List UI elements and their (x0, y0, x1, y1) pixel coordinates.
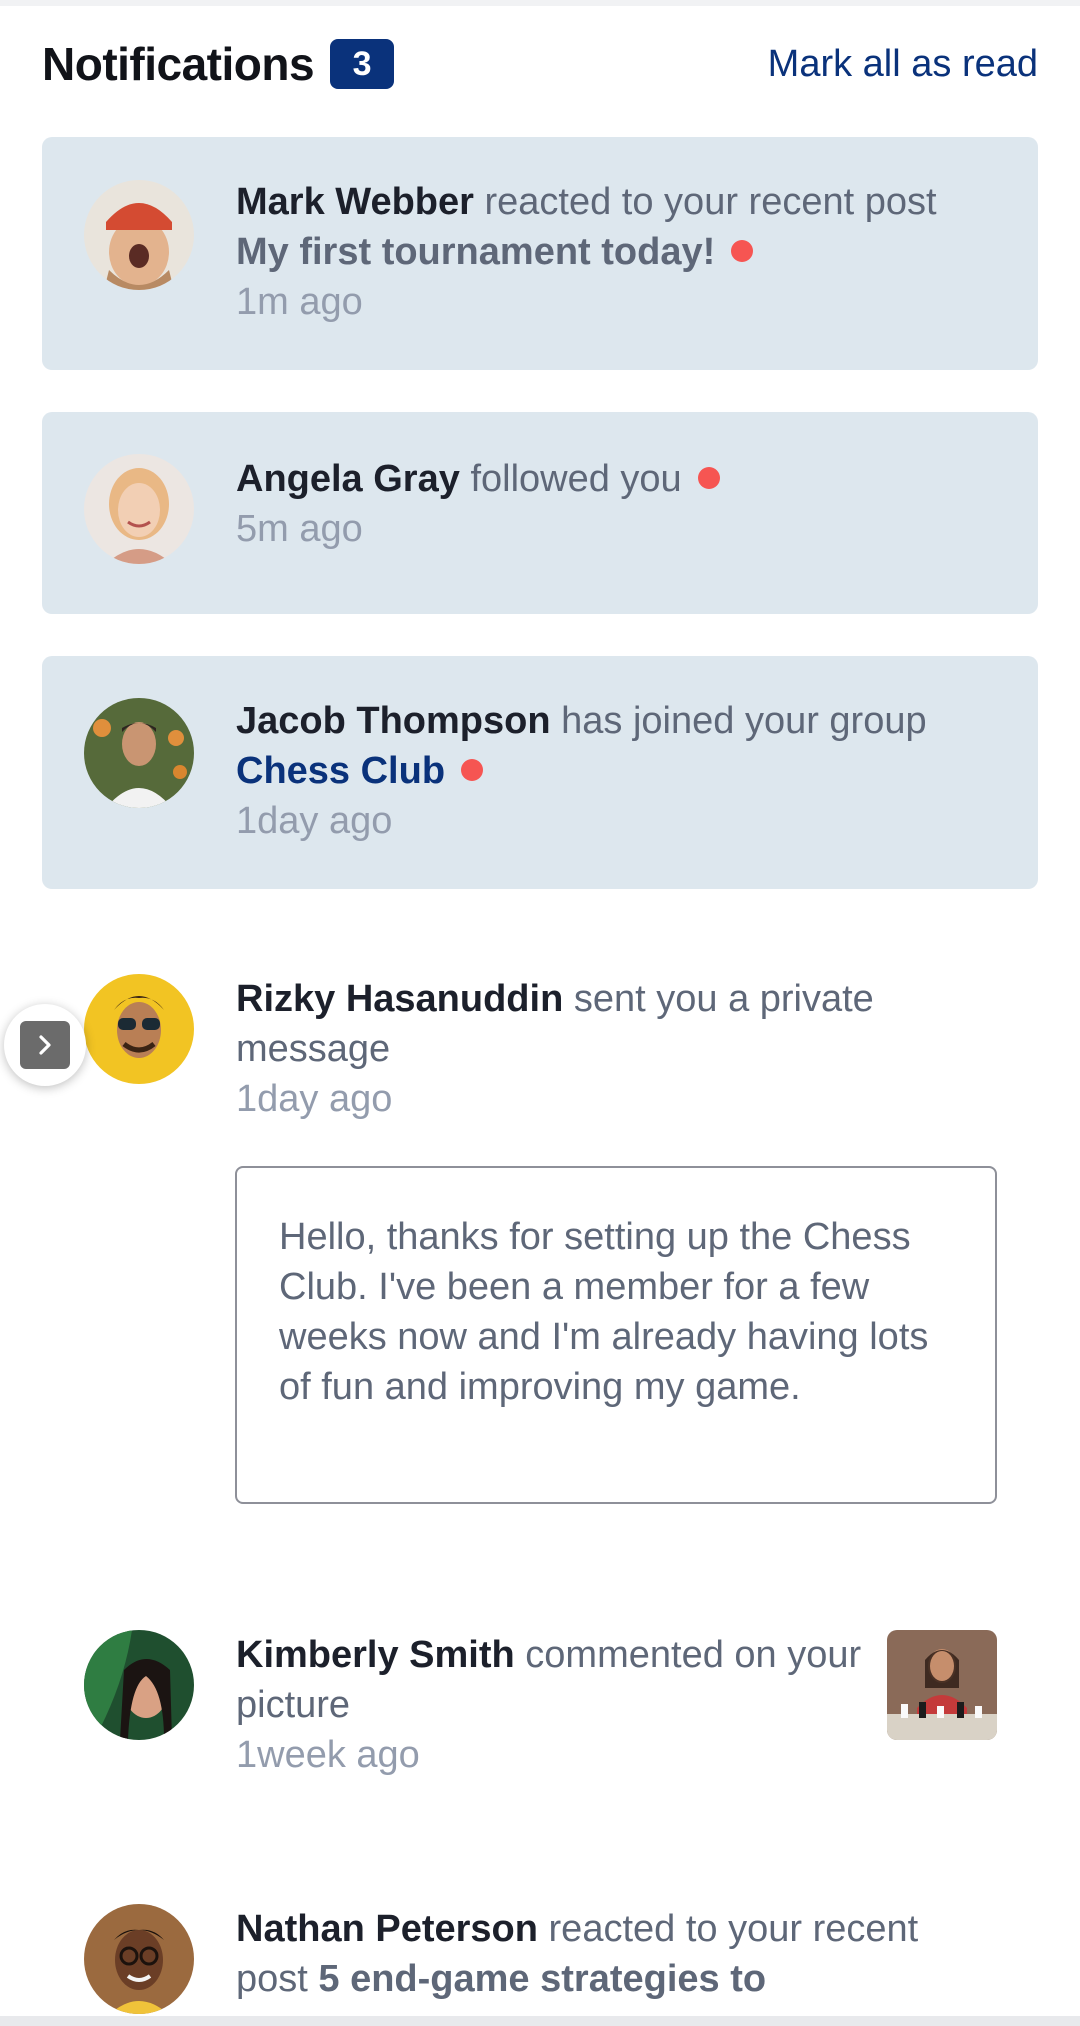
page-title: Notifications (42, 38, 315, 90)
post-link[interactable]: 5 end-game strategies to (318, 1958, 766, 2000)
notification-text: Nathan Peterson reacted to your recent p… (236, 1904, 996, 2004)
avatar-jacob-thompson (84, 698, 194, 808)
chess-picture-thumbnail[interactable] (887, 1630, 997, 1740)
user-name[interactable]: Kimberly Smith (236, 1634, 515, 1676)
user-name[interactable]: Mark Webber (236, 181, 474, 223)
timestamp: 5m ago (236, 508, 363, 550)
notification-text: Kimberly Smith commented on your picture… (236, 1630, 868, 1780)
chevron-right-icon (39, 1035, 51, 1055)
notification-item[interactable]: Mark Webber reacted to your recent post … (42, 137, 1038, 370)
notification-text: Angela Gray followed you 5m ago (236, 454, 996, 554)
notification-item[interactable]: Rizky Hasanuddin sent you a private mess… (42, 932, 1038, 1132)
avatar-rizky-hasanuddin (84, 974, 194, 1084)
group-link[interactable]: Chess Club (236, 750, 445, 792)
header-left: Notifications 3 (42, 37, 395, 91)
unread-dot (697, 466, 720, 489)
notification-item[interactable]: Angela Gray followed you 5m ago (42, 412, 1038, 614)
side-panel-toggle[interactable] (4, 1004, 86, 1086)
unread-dot (731, 239, 754, 262)
timestamp: 1m ago (236, 281, 363, 323)
notification-text: Rizky Hasanuddin sent you a private mess… (236, 974, 996, 1124)
bottom-edge (0, 2016, 1080, 2026)
user-name[interactable]: Jacob Thompson (236, 700, 551, 742)
notification-text: Mark Webber reacted to your recent post … (236, 177, 996, 327)
user-name[interactable]: Rizky Hasanuddin (236, 978, 563, 1020)
message-text: Hello, thanks for setting up the Chess C… (279, 1216, 929, 1408)
unread-dot (461, 758, 484, 781)
private-message-preview[interactable]: Hello, thanks for setting up the Chess C… (235, 1166, 997, 1504)
notification-item[interactable]: Nathan Peterson reacted to your recent p… (42, 1862, 1038, 2022)
user-name[interactable]: Nathan Peterson (236, 1908, 538, 1950)
action-text: has joined your group (561, 700, 927, 742)
timestamp: 1day ago (236, 800, 393, 842)
avatar-nathan-peterson (84, 1904, 194, 2014)
notification-text: Jacob Thompson has joined your group Che… (236, 696, 996, 846)
avatar-angela-gray (84, 454, 194, 564)
mark-all-as-read-button[interactable]: Mark all as read (768, 43, 1038, 86)
notification-item[interactable]: Jacob Thompson has joined your group Che… (42, 656, 1038, 889)
user-name[interactable]: Angela Gray (236, 458, 460, 500)
unread-count-badge: 3 (330, 39, 395, 89)
timestamp: 1day ago (236, 1078, 393, 1120)
side-panel-toggle-box (20, 1021, 70, 1069)
top-edge (0, 0, 1080, 6)
action-text: reacted to your recent post (484, 181, 937, 223)
header: Notifications 3 Mark all as read (42, 36, 1038, 92)
action-text: followed you (470, 458, 682, 500)
avatar-kimberly-smith (84, 1630, 194, 1740)
avatar-mark-webber (84, 180, 194, 290)
post-link[interactable]: My first tournament today! (236, 231, 715, 273)
timestamp: 1week ago (236, 1734, 420, 1776)
